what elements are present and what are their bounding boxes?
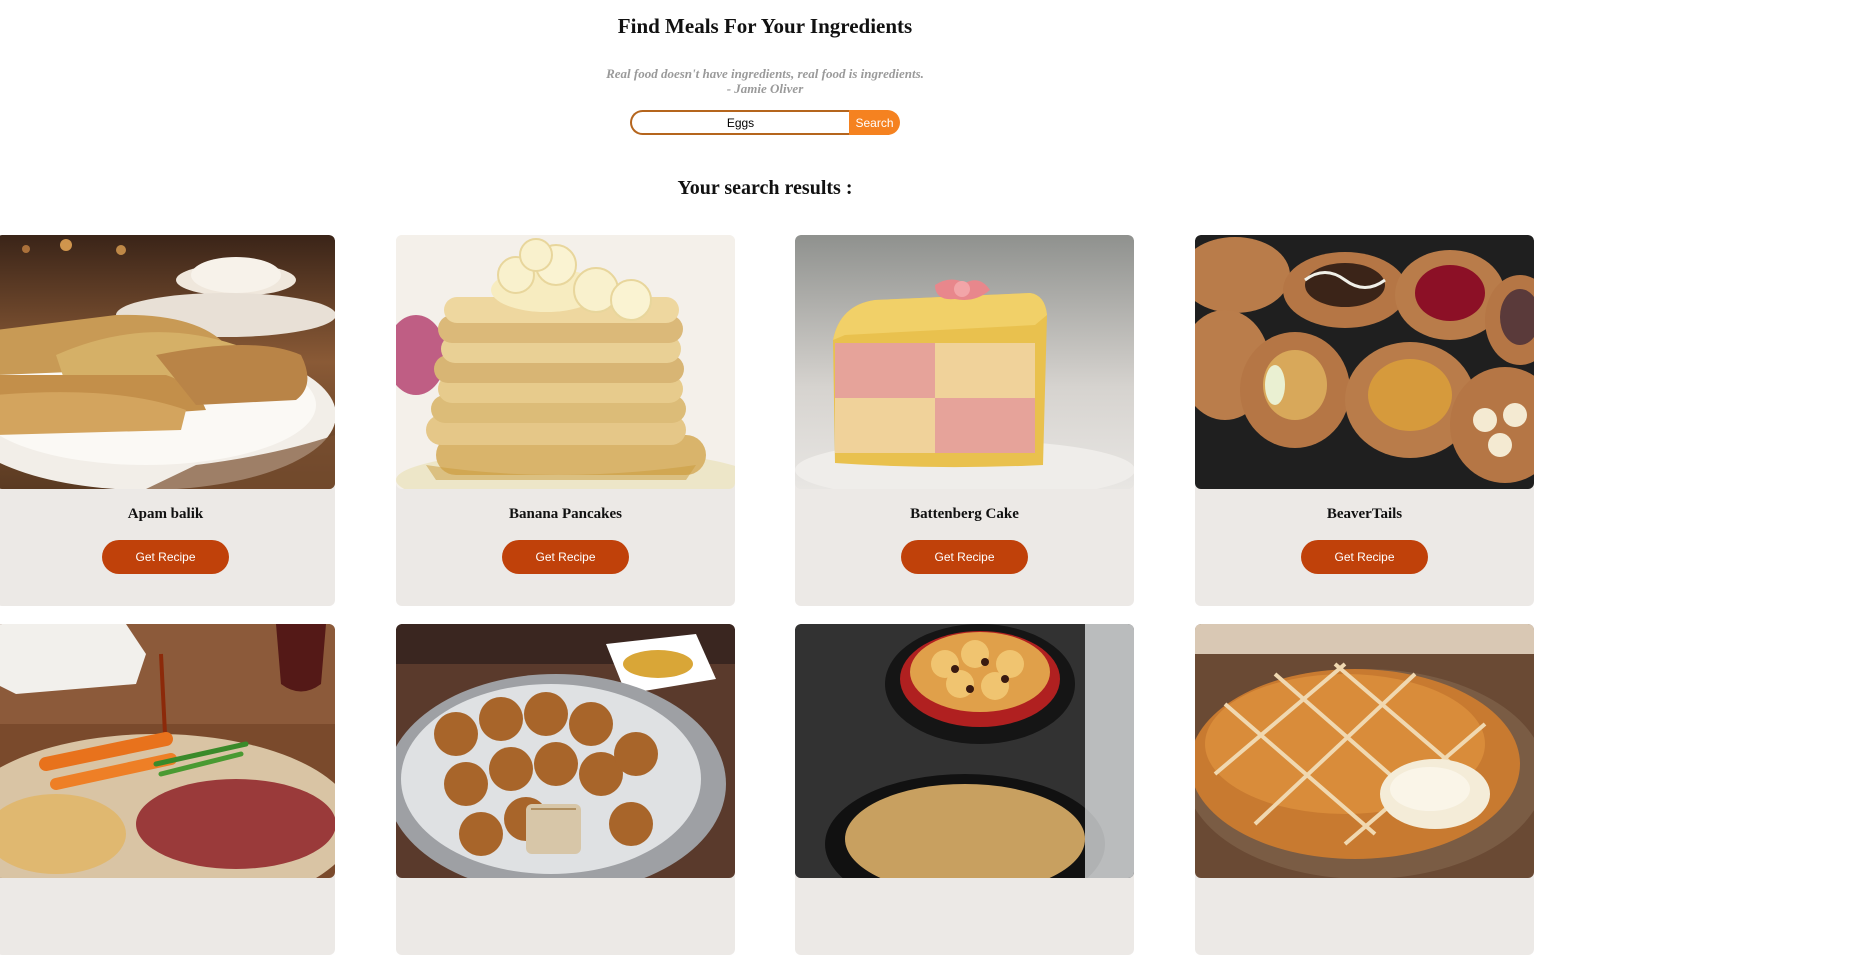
get-recipe-button[interactable]: Get Recipe xyxy=(901,540,1028,574)
meal-image[interactable] xyxy=(396,235,735,489)
results-heading: Your search results : xyxy=(677,177,853,199)
get-recipe-button[interactable]: Get Recipe xyxy=(102,540,229,574)
page: Find Meals For Your Ingredients Real foo… xyxy=(0,0,1850,955)
page-title: Find Meals For Your Ingredients xyxy=(617,14,913,38)
meal-card xyxy=(396,624,735,955)
quote: Real food doesn't have ingredients, real… xyxy=(0,66,1530,96)
search-bar: Search xyxy=(630,110,900,135)
search-button[interactable]: Search xyxy=(849,110,900,135)
meal-name: Battenberg Cake xyxy=(910,506,1019,522)
meal-card: BeaverTails Get Recipe xyxy=(1195,235,1534,606)
meal-card: Apam balik Get Recipe xyxy=(0,235,335,606)
search-input[interactable] xyxy=(630,110,849,135)
meal-name: Apam balik xyxy=(127,506,204,522)
quote-text: Real food doesn't have ingredients, real… xyxy=(606,66,924,81)
meal-name: BeaverTails xyxy=(1326,506,1403,522)
meal-card xyxy=(795,624,1134,955)
meal-image[interactable] xyxy=(795,624,1134,878)
meal-image[interactable] xyxy=(0,235,335,489)
meal-card xyxy=(1195,624,1534,955)
get-recipe-button[interactable]: Get Recipe xyxy=(502,540,629,574)
meal-card: Battenberg Cake Get Recipe xyxy=(795,235,1134,606)
meal-card xyxy=(0,624,335,955)
quote-author: - Jamie Oliver xyxy=(726,81,804,96)
meal-card: Banana Pancakes Get Recipe xyxy=(396,235,735,606)
meal-image[interactable] xyxy=(0,624,335,878)
get-recipe-button[interactable]: Get Recipe xyxy=(1301,540,1428,574)
meal-image[interactable] xyxy=(1195,235,1534,489)
meal-image[interactable] xyxy=(795,235,1134,489)
meal-image[interactable] xyxy=(396,624,735,878)
meal-name: Banana Pancakes xyxy=(509,506,622,522)
meal-image[interactable] xyxy=(1195,624,1534,878)
